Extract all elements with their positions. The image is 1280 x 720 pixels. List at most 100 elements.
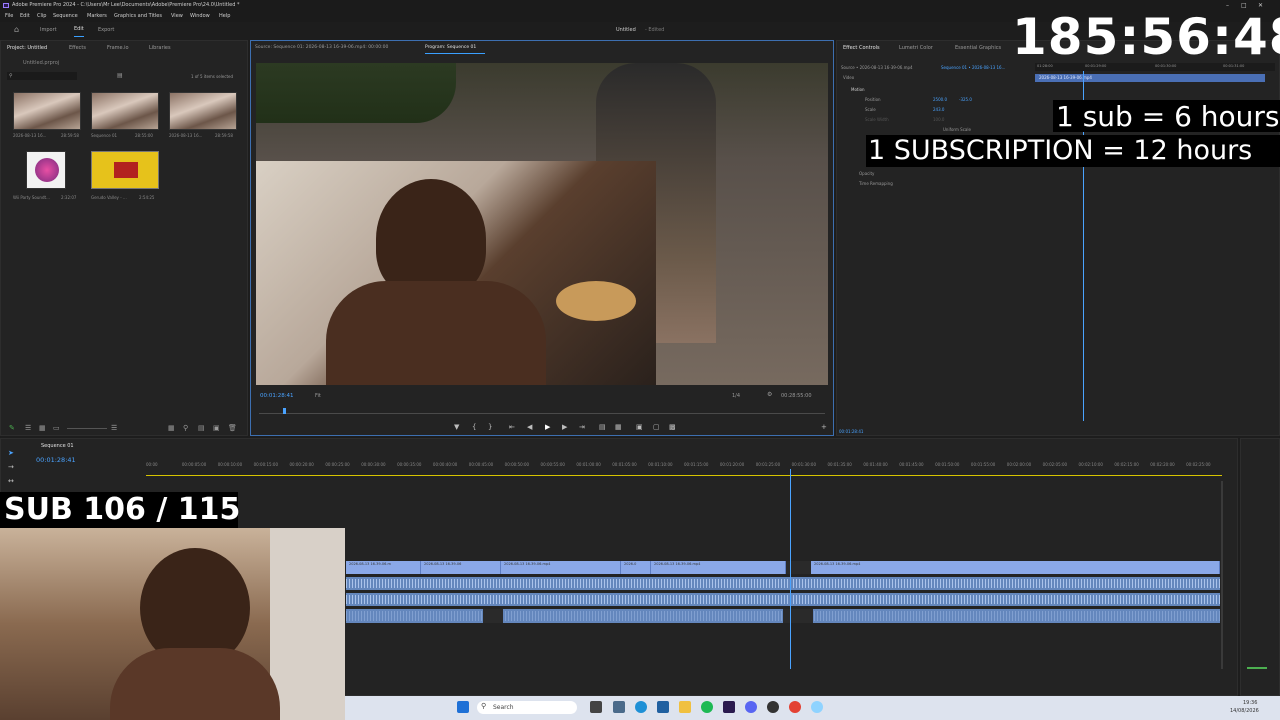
- audio-track-2[interactable]: [346, 593, 1220, 606]
- timeline-clip[interactable]: 2026-08-13 16-39-06.mp4: [501, 561, 621, 574]
- app-icon[interactable]: [811, 701, 823, 713]
- step-back-icon[interactable]: ◀: [527, 423, 532, 431]
- ripple-edit-icon[interactable]: ↔: [8, 477, 14, 485]
- program-timecode[interactable]: 00:01:28:41: [260, 393, 294, 399]
- tab-project[interactable]: Project: Untitled: [7, 45, 47, 51]
- premiere-taskbar-icon[interactable]: [723, 701, 735, 713]
- opacity-label[interactable]: Opacity: [859, 171, 874, 176]
- menu-help[interactable]: Help: [219, 11, 230, 22]
- tab-edit[interactable]: Edit: [74, 22, 84, 37]
- timeline-scrollbar[interactable]: [1221, 481, 1223, 669]
- chrome-icon[interactable]: [789, 701, 801, 713]
- step-forward-icon[interactable]: ▶: [562, 423, 567, 431]
- resolution-dropdown[interactable]: 1/4: [732, 393, 740, 399]
- settings-icon[interactable]: [613, 701, 625, 713]
- position-x-value[interactable]: 2500.0: [933, 97, 947, 102]
- menu-markers[interactable]: Markers: [87, 11, 107, 22]
- tab-effects[interactable]: Effects: [69, 45, 86, 51]
- task-view-icon[interactable]: [590, 701, 602, 713]
- playhead-marker[interactable]: [283, 408, 286, 414]
- fit-dropdown[interactable]: Fit: [315, 393, 321, 399]
- taskbar-search[interactable]: ⚲ Search: [477, 701, 577, 714]
- file-explorer-icon[interactable]: [679, 701, 691, 713]
- find-icon[interactable]: ⚲: [183, 424, 188, 432]
- effect-clip-bar[interactable]: 2026-08-13 16-39-06.mp4: [1035, 74, 1265, 82]
- spotify-icon[interactable]: [701, 701, 713, 713]
- wrench-icon[interactable]: ⚙: [767, 391, 772, 399]
- sequence-clip-label[interactable]: Sequence 01 • 2026-08-13 16...: [941, 65, 1005, 70]
- tab-effect-controls[interactable]: Effect Controls: [843, 45, 880, 51]
- pencil-icon[interactable]: ✎: [9, 424, 15, 432]
- menu-graphics[interactable]: Graphics and Titles: [114, 11, 162, 22]
- go-to-out-icon[interactable]: ⇥: [579, 423, 585, 431]
- audio-track-1[interactable]: [346, 577, 1220, 590]
- mark-in-icon[interactable]: {: [472, 423, 476, 431]
- project-item-thumb[interactable]: [91, 92, 159, 130]
- go-to-in-icon[interactable]: ⇤: [509, 423, 515, 431]
- add-marker-icon[interactable]: ▼: [454, 423, 459, 431]
- home-icon[interactable]: ⌂: [14, 22, 19, 38]
- lift-icon[interactable]: ▤: [599, 423, 606, 431]
- tab-libraries[interactable]: Libraries: [149, 45, 171, 51]
- project-item-thumb[interactable]: [26, 151, 66, 189]
- timeline-playhead[interactable]: [790, 469, 791, 669]
- tab-frameio[interactable]: Frame.io: [107, 45, 129, 51]
- list-view-icon[interactable]: ☰: [25, 424, 31, 432]
- video-track[interactable]: 2026-08-13 16-39-06.m 2026-08-13 16-39-06…: [346, 561, 1220, 574]
- time-remapping-label[interactable]: Time Remapping: [859, 181, 893, 186]
- discord-icon[interactable]: [745, 701, 757, 713]
- sort-icon[interactable]: ☰: [111, 424, 117, 432]
- motion-label[interactable]: Motion: [851, 87, 865, 92]
- timeline-timecode[interactable]: 00:01:28:41: [36, 456, 76, 464]
- new-item-icon[interactable]: ▣: [213, 424, 220, 432]
- trash-icon[interactable]: 🗑: [228, 424, 237, 432]
- timeline-clip[interactable]: 2026-0: [621, 561, 651, 574]
- menu-view[interactable]: View: [171, 11, 183, 22]
- new-bin-icon[interactable]: ▤: [198, 424, 205, 432]
- tab-export[interactable]: Export: [98, 22, 114, 38]
- source-clip-label[interactable]: Source • 2026-08-13 16-39-06.mp4: [841, 65, 913, 70]
- button-editor-icon[interactable]: +: [821, 423, 827, 431]
- selection-tool-icon[interactable]: ➤: [8, 449, 14, 457]
- timeline-clip[interactable]: 2026-08-13 16-39-06.m: [346, 561, 421, 574]
- scrub-bar[interactable]: [259, 413, 825, 414]
- project-item-thumb[interactable]: [13, 92, 81, 130]
- menu-window[interactable]: Window: [190, 11, 210, 22]
- timeline-clip[interactable]: 2026-08-13 16-39-06: [421, 561, 501, 574]
- freeform-view-icon[interactable]: ▭: [53, 424, 60, 432]
- menu-edit[interactable]: Edit: [20, 11, 30, 22]
- timeline-clip[interactable]: 2026-08-13 16-39-06.mp4: [811, 561, 1220, 574]
- camera-icon[interactable]: ▣: [636, 423, 643, 431]
- timeline-clip[interactable]: 2026-08-13 16-39-06.mp4: [651, 561, 786, 574]
- mark-out-icon[interactable]: }: [488, 423, 492, 431]
- menu-file[interactable]: File: [5, 11, 13, 22]
- compare-icon[interactable]: ▢: [653, 423, 660, 431]
- work-area-bar[interactable]: [146, 475, 1222, 476]
- store-icon[interactable]: [657, 701, 669, 713]
- menu-clip[interactable]: Clip: [37, 11, 46, 22]
- edge-icon[interactable]: [635, 701, 647, 713]
- menu-sequence[interactable]: Sequence: [53, 11, 78, 22]
- new-bin-icon[interactable]: ▤: [117, 72, 123, 80]
- tab-import[interactable]: Import: [40, 22, 57, 38]
- automate-icon[interactable]: ▦: [168, 424, 175, 432]
- tab-source[interactable]: Source: Sequence 01: 2026-08-13 16-39-06…: [255, 45, 388, 50]
- tab-essential-graphics[interactable]: Essential Graphics: [955, 45, 1001, 51]
- tab-lumetri-color[interactable]: Lumetri Color: [899, 45, 933, 51]
- project-search-input[interactable]: [7, 72, 77, 80]
- obs-icon[interactable]: [767, 701, 779, 713]
- track-select-icon[interactable]: →: [8, 463, 14, 471]
- uniform-scale-checkbox[interactable]: Uniform Scale: [943, 127, 971, 132]
- extract-icon[interactable]: ▦: [615, 423, 622, 431]
- project-item-thumb[interactable]: [169, 92, 237, 130]
- position-y-value[interactable]: -325.0: [959, 97, 972, 102]
- vr-icon[interactable]: ▩: [669, 423, 676, 431]
- start-icon[interactable]: [457, 701, 469, 713]
- scale-value[interactable]: 243.0: [933, 107, 944, 112]
- icon-view-icon[interactable]: ▦: [39, 424, 46, 432]
- play-button[interactable]: ▶: [545, 423, 550, 431]
- video-frame[interactable]: [256, 63, 828, 385]
- project-item-thumb[interactable]: [91, 151, 159, 189]
- zoom-slider[interactable]: [67, 428, 107, 429]
- tab-sequence[interactable]: Sequence 01: [41, 443, 74, 449]
